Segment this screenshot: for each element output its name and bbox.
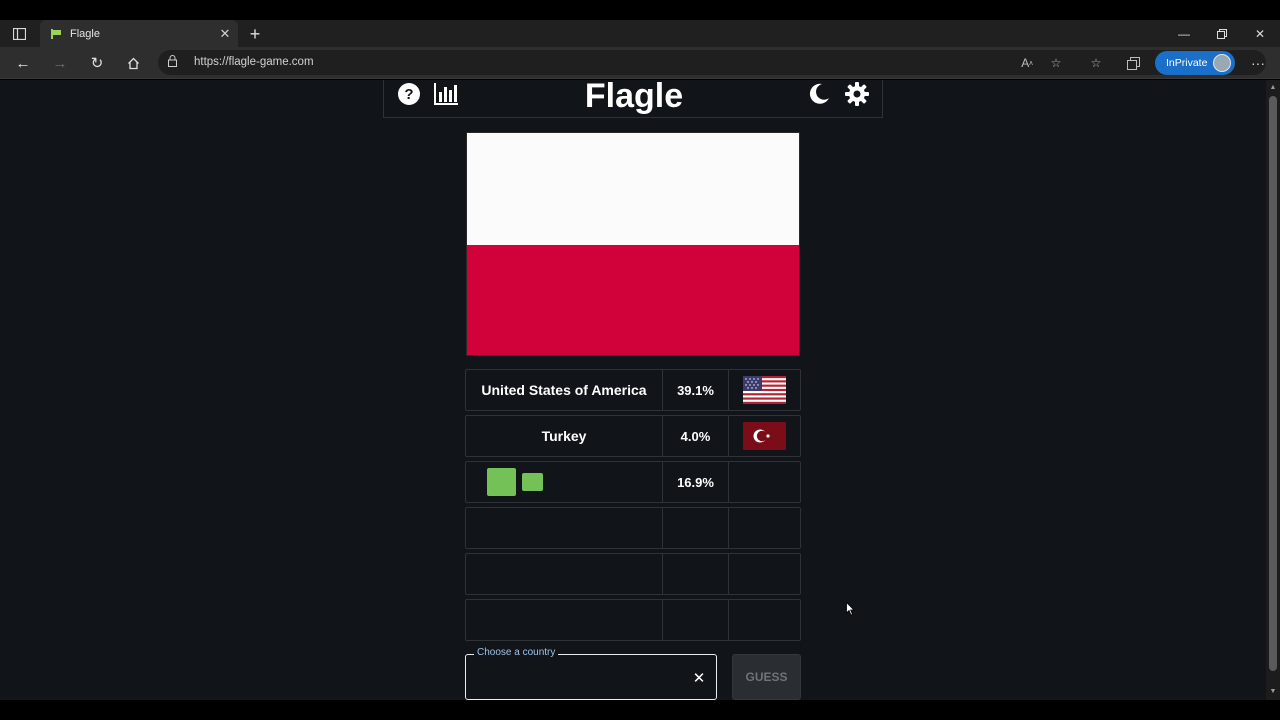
progress-square-large [487, 468, 516, 496]
scroll-up-icon[interactable]: ▲ [1269, 84, 1277, 92]
chooser-label: Choose a country [474, 647, 559, 658]
refresh-icon[interactable]: ↻ [84, 51, 110, 75]
guess-country [466, 508, 662, 548]
tab-strip: Flagle ✕ + — ✕ [0, 20, 1280, 47]
guess-percent: 4.0% [662, 416, 729, 456]
url-field[interactable]: https://flagle-game.com Aʌ ☆ ☆ [158, 50, 1266, 75]
guess-row-1: United States of America 39.1% [465, 369, 801, 411]
address-bar: ← → ↻ https://flagle-game.com Aʌ ☆ ☆ InP… [0, 47, 1280, 79]
guess-country [466, 554, 662, 594]
guess-button[interactable]: GUESS [732, 654, 801, 700]
forward-icon[interactable]: → [47, 51, 73, 75]
scroll-thumb[interactable] [1269, 96, 1277, 671]
guess-percent: 39.1% [662, 370, 729, 410]
page-scrollbar[interactable]: ▲ ▼ [1266, 80, 1280, 700]
guess-flag-slot [729, 554, 800, 594]
guess-row-5 [465, 553, 801, 595]
guess-row-6 [465, 599, 801, 641]
collections-icon[interactable] [1122, 54, 1144, 72]
progress-square-small [522, 473, 543, 491]
inprivate-badge[interactable]: InPrivate [1155, 51, 1235, 75]
mystery-flag [466, 132, 800, 356]
new-tab-icon[interactable]: + [244, 23, 266, 45]
close-window-icon[interactable]: ✕ [1241, 20, 1279, 47]
tab-title: Flagle [70, 27, 100, 40]
inprivate-label: InPrivate [1166, 57, 1208, 69]
guess-country: United States of America [481, 382, 647, 398]
guess-country [466, 600, 662, 640]
add-favorite-icon[interactable]: ☆ [1045, 54, 1067, 72]
guess-row-4 [465, 507, 801, 549]
back-icon[interactable]: ← [10, 51, 36, 75]
tab-actions-icon[interactable] [8, 25, 30, 43]
country-input[interactable] [474, 669, 684, 691]
guess-percent: 16.9% [662, 462, 729, 502]
game-header: ? Flagle [383, 80, 883, 118]
read-aloud-icon[interactable]: Aʌ [1016, 54, 1038, 72]
url-text: https://flagle-game.com [194, 56, 314, 68]
minimize-icon[interactable]: — [1165, 20, 1203, 47]
clear-icon[interactable]: ✕ [688, 667, 710, 689]
more-options-icon[interactable]: ··· [1246, 51, 1270, 75]
lock-icon [168, 55, 177, 70]
turkey-flag-icon [729, 416, 800, 456]
guess-flag-slot [729, 508, 800, 548]
screen-bottom-bar [0, 700, 1280, 720]
guess-percent [662, 554, 729, 594]
profile-avatar [1213, 54, 1231, 72]
page-content: ? Flagle United States of America 39.1% [0, 80, 1266, 700]
flag-white-stripe [467, 133, 799, 245]
guess-country: Turkey [541, 428, 587, 444]
guess-percent [662, 600, 729, 640]
dark-mode-icon[interactable] [806, 81, 832, 107]
settings-icon[interactable] [844, 81, 870, 107]
usa-flag-icon [729, 370, 800, 410]
mouse-cursor-icon [846, 601, 856, 621]
guess-country [466, 462, 662, 502]
scroll-down-icon[interactable]: ▼ [1269, 688, 1277, 696]
guess-flag-slot [729, 600, 800, 640]
favorites-icon[interactable]: ☆ [1085, 54, 1107, 72]
country-chooser[interactable]: Choose a country ✕ [465, 647, 717, 700]
guess-row-3: 16.9% [465, 461, 801, 503]
guess-row-2: Turkey 4.0% [465, 415, 801, 457]
guess-flag-slot [729, 462, 800, 502]
restore-icon[interactable] [1203, 20, 1241, 47]
tab-flagle[interactable]: Flagle ✕ [40, 20, 238, 47]
close-tab-icon[interactable]: ✕ [214, 23, 236, 45]
guess-percent [662, 508, 729, 548]
home-icon[interactable] [120, 51, 146, 75]
flagle-favicon-icon [50, 28, 62, 40]
screen-top-bar [0, 0, 1280, 20]
flag-red-stripe [467, 245, 799, 355]
